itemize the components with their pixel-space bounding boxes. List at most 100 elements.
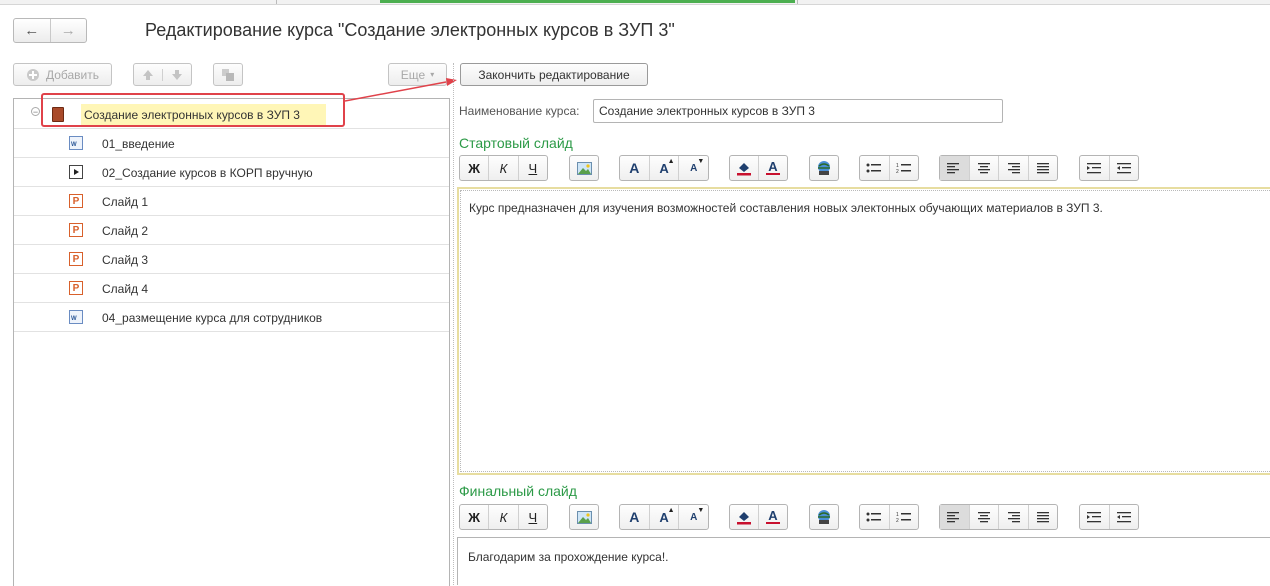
increase-indent-button[interactable]: [1080, 156, 1109, 180]
align-right-icon: [1008, 511, 1021, 522]
align-right-button[interactable]: [998, 505, 1028, 529]
decrease-font-glyph: A: [690, 511, 698, 523]
increase-font-button[interactable]: A ▲: [648, 156, 679, 180]
indent-decrease-icon: [1116, 162, 1131, 173]
align-center-button[interactable]: [968, 156, 999, 180]
svg-text:2: 2: [896, 169, 899, 174]
add-button[interactable]: Добавить: [13, 63, 112, 86]
align-justify-icon: [1036, 162, 1049, 173]
tree-item-label: 01_введение: [102, 137, 175, 151]
align-left-icon: [947, 511, 960, 522]
decrease-indent-button[interactable]: [1108, 505, 1139, 529]
align-center-button[interactable]: [968, 505, 999, 529]
numbered-list-button[interactable]: 12: [888, 156, 919, 180]
bold-button[interactable]: Ж: [460, 505, 488, 529]
align-justify-button[interactable]: [1027, 156, 1058, 180]
bulleted-list-button[interactable]: [860, 505, 889, 529]
bold-glyph: Ж: [468, 509, 481, 525]
add-button-label: Добавить: [45, 67, 100, 82]
start-slide-text: Курс предназначен для изучения возможнос…: [469, 201, 1103, 215]
copy-button[interactable]: [213, 63, 243, 86]
indent-decrease-icon: [1116, 511, 1131, 522]
background-color-button[interactable]: [730, 156, 758, 180]
italic-button[interactable]: К: [488, 156, 517, 180]
collapse-icon[interactable]: −: [31, 107, 40, 117]
bulleted-list-button[interactable]: [860, 156, 889, 180]
text-color-icon: A: [766, 158, 780, 176]
svg-text:2: 2: [896, 518, 899, 523]
insert-image-button[interactable]: [570, 505, 598, 529]
align-center-icon: [977, 511, 990, 522]
numbered-list-button[interactable]: 12: [888, 505, 919, 529]
fill-color-icon: [737, 512, 751, 525]
start-slide-editor[interactable]: Курс предназначен для изучения возможнос…: [457, 187, 1270, 475]
final-slide-text: Благодарим за прохождение курса!.: [468, 550, 669, 564]
italic-glyph: К: [499, 160, 508, 176]
insert-link-button[interactable]: [810, 505, 838, 529]
caret-down-icon: ▼: [697, 507, 705, 514]
text-color-button[interactable]: A: [758, 156, 787, 180]
insert-link-button[interactable]: [810, 156, 838, 180]
image-icon: [576, 161, 592, 175]
move-up-button[interactable]: [134, 69, 162, 81]
annotation-callout-box: [41, 93, 345, 127]
more-button-label: Еще: [400, 67, 426, 82]
powerpoint-slide-icon: P: [69, 281, 83, 295]
align-right-button[interactable]: [998, 156, 1028, 180]
forward-button[interactable]: →: [49, 19, 87, 42]
decrease-indent-button[interactable]: [1108, 156, 1139, 180]
indent-increase-icon: [1087, 511, 1102, 522]
tree-item[interactable]: 02_Создание курсов в КОРП вручную: [14, 158, 449, 187]
indent-increase-icon: [1087, 162, 1102, 173]
tree-item[interactable]: W 04_размещение курса для сотрудников: [14, 303, 449, 332]
page-title: Редактирование курса "Создание электронн…: [145, 20, 675, 40]
text-color-button[interactable]: A: [758, 505, 787, 529]
align-justify-button[interactable]: [1027, 505, 1058, 529]
back-button[interactable]: ←: [14, 19, 50, 42]
italic-glyph: К: [499, 509, 508, 525]
underline-button[interactable]: Ч: [517, 505, 547, 529]
decrease-font-glyph: A: [690, 162, 698, 174]
word-document-icon: W: [69, 136, 83, 150]
tree-item[interactable]: P Слайд 2: [14, 216, 449, 245]
insert-image-button[interactable]: [570, 156, 598, 180]
fill-color-icon: [737, 163, 751, 176]
decrease-font-button[interactable]: A ▼: [678, 156, 708, 180]
underline-button[interactable]: Ч: [517, 156, 547, 180]
text-color-glyph: A: [768, 158, 778, 174]
italic-button[interactable]: К: [488, 505, 517, 529]
font-button[interactable]: A: [620, 156, 649, 180]
finish-editing-button[interactable]: Закончить редактирование: [460, 63, 648, 86]
tab-separator: [276, 0, 277, 4]
caret-up-icon: ▲: [667, 507, 675, 514]
copy-icon: [222, 68, 234, 81]
decrease-font-button[interactable]: A ▼: [678, 505, 708, 529]
more-button[interactable]: Еще ▾: [388, 63, 447, 86]
panel-splitter[interactable]: [453, 63, 455, 585]
word-document-icon: W: [69, 310, 83, 324]
align-left-button[interactable]: [940, 505, 969, 529]
tree-item[interactable]: P Слайд 3: [14, 245, 449, 274]
align-left-button[interactable]: [940, 156, 969, 180]
navigation-group: ← →: [13, 18, 87, 43]
tree-item[interactable]: P Слайд 4: [14, 274, 449, 303]
font-button[interactable]: A: [620, 505, 649, 529]
move-down-button[interactable]: [162, 68, 191, 81]
bold-button[interactable]: Ж: [460, 156, 488, 180]
final-slide-editor[interactable]: Благодарим за прохождение курса!.: [457, 537, 1270, 585]
arrow-right-icon: →: [60, 22, 76, 39]
active-tab-indicator: [380, 0, 795, 3]
course-name-input[interactable]: Создание электронных курсов в ЗУП 3: [593, 99, 1003, 123]
text-color-icon: A: [766, 509, 780, 525]
background-color-button[interactable]: [730, 505, 758, 529]
start-slide-heading: Стартовый слайд: [459, 135, 573, 151]
increase-indent-button[interactable]: [1080, 505, 1109, 529]
tree-item[interactable]: W 01_введение: [14, 129, 449, 158]
increase-font-button[interactable]: A ▲: [648, 505, 679, 529]
window-tab-strip: [0, 0, 1270, 5]
tree-item[interactable]: P Слайд 1: [14, 187, 449, 216]
caret-up-icon: ▲: [667, 158, 675, 165]
tab-separator: [797, 0, 798, 4]
move-group: [133, 63, 192, 86]
image-icon: [576, 510, 592, 524]
